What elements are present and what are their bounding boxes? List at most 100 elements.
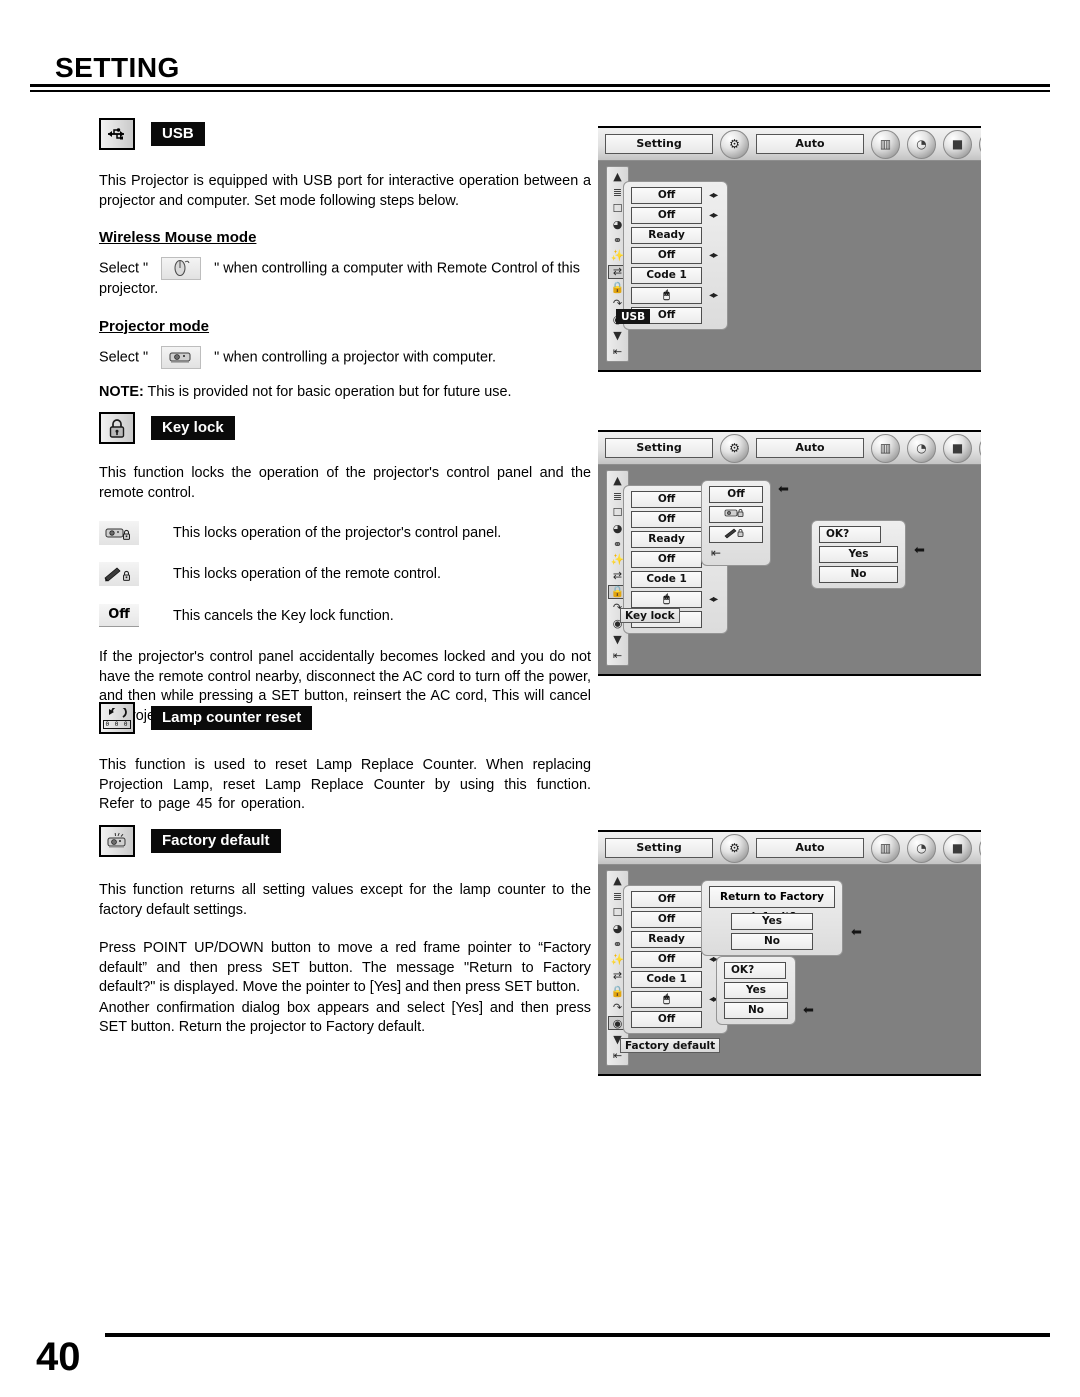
keylock-option-off[interactable]: Off bbox=[709, 486, 763, 503]
setting-value-5-mouse-icon[interactable]: 🖱 bbox=[631, 591, 703, 608]
setting-gear-icon[interactable]: ⚙ bbox=[720, 129, 749, 159]
scroll-down-icon[interactable]: ▼ bbox=[608, 328, 627, 342]
screen-orb[interactable]: ■ bbox=[943, 433, 972, 463]
menu-auto-button[interactable]: Auto bbox=[756, 134, 864, 154]
factory-ok-no-row[interactable]: No bbox=[724, 1002, 788, 1019]
setting-value-0[interactable]: Off bbox=[631, 891, 703, 908]
factory-ok-yes-row[interactable]: Yes bbox=[724, 982, 788, 999]
adjust-arrows-3[interactable]: ◂▸ bbox=[706, 250, 720, 261]
factory-return-yes-button[interactable]: Yes bbox=[731, 913, 813, 930]
projector-lock-icon bbox=[99, 521, 139, 545]
quit-icon[interactable]: ⇤ bbox=[608, 648, 627, 662]
image-select-orb[interactable]: ▥ bbox=[871, 433, 900, 463]
image-select-orb[interactable]: ▥ bbox=[871, 833, 900, 863]
adjust-arrows-5[interactable]: ◂▸ bbox=[706, 290, 720, 301]
setting-value-6[interactable]: Off bbox=[631, 1011, 703, 1028]
setting-value-2[interactable]: Ready bbox=[631, 227, 703, 244]
setting-gear-icon[interactable]: ⚙ bbox=[720, 833, 749, 863]
setting-value-3[interactable]: Off bbox=[631, 951, 703, 968]
screen-orb[interactable]: ■ bbox=[943, 833, 972, 863]
setting-row-4[interactable]: Code 1 bbox=[631, 267, 720, 284]
setting-value-4[interactable]: Code 1 bbox=[631, 971, 703, 988]
keylock-option-remote-lock-icon[interactable] bbox=[709, 526, 763, 543]
usb-icon bbox=[99, 118, 135, 150]
keylock-section: Key lock This function locks the operati… bbox=[99, 412, 591, 726]
setting-value-2[interactable]: Ready bbox=[631, 931, 703, 948]
setting-value-4[interactable]: Code 1 bbox=[631, 267, 703, 284]
setting-value-1[interactable]: Off bbox=[631, 911, 703, 928]
sound-orb[interactable]: ◑ bbox=[979, 433, 981, 463]
setting-row-3[interactable]: Off ◂▸ bbox=[631, 247, 720, 264]
factory-default-section: Factory default This function returns al… bbox=[99, 825, 591, 1038]
setting-row-5[interactable]: 🖱 ◂▸ bbox=[631, 287, 720, 304]
screen-orb[interactable]: ■ bbox=[943, 129, 972, 159]
factory-ok-yes-button[interactable]: Yes bbox=[724, 982, 788, 999]
setting-row-4[interactable]: Code 1 bbox=[631, 571, 720, 588]
keylock-option-row-projector[interactable] bbox=[709, 506, 763, 523]
scroll-down-icon[interactable]: ▼ bbox=[608, 632, 627, 646]
setting-value-0[interactable]: Off bbox=[631, 491, 703, 508]
setting-row-5[interactable]: 🖱 ◂▸ bbox=[631, 991, 720, 1008]
setting-value-3[interactable]: Off bbox=[631, 551, 703, 568]
adjust-arrows-0[interactable]: ◂▸ bbox=[706, 190, 720, 201]
setting-value-1[interactable]: Off bbox=[631, 511, 703, 528]
lamp-counter-section: 0 0 0 Lamp counter reset This function i… bbox=[99, 702, 591, 815]
pc-adjust-orb[interactable]: ◔ bbox=[907, 129, 936, 159]
confirm-yes-row[interactable]: Yes bbox=[819, 546, 898, 563]
confirm-yes-button[interactable]: Yes bbox=[819, 546, 898, 563]
setting-row-4[interactable]: Code 1 bbox=[631, 971, 720, 988]
setting-value-4[interactable]: Code 1 bbox=[631, 571, 703, 588]
pc-adjust-orb[interactable]: ◔ bbox=[907, 833, 936, 863]
setting-value-0[interactable]: Off bbox=[631, 187, 703, 204]
factory-return-yes-row[interactable]: Yes bbox=[709, 913, 835, 930]
lamp-counter-section-header: 0 0 0 Lamp counter reset bbox=[99, 702, 591, 734]
setting-value-5-mouse-icon[interactable]: 🖱 bbox=[631, 287, 703, 304]
keylock-submenu-quit-row[interactable]: ⇤ bbox=[709, 546, 763, 560]
setting-row-0[interactable]: Off ◂▸ bbox=[631, 187, 720, 204]
setting-value-5-mouse-icon[interactable]: 🖱 bbox=[631, 991, 703, 1008]
manual-page: SETTING USB This Projector is equipped w… bbox=[0, 0, 1080, 1397]
usb-intro-text: This Projector is equipped with USB port… bbox=[99, 173, 591, 209]
lamp-counter-reset-icon: 0 0 0 bbox=[99, 702, 135, 734]
keylock-option-projector-lock-icon[interactable] bbox=[709, 506, 763, 523]
setting-row-2[interactable]: Ready bbox=[631, 227, 720, 244]
confirm-title: OK? bbox=[819, 526, 881, 543]
setting-value-3[interactable]: Off bbox=[631, 247, 703, 264]
osd-menu-bar: Setting ⚙ Auto ▥ ◔ ■ ◑ ◉ bbox=[598, 432, 981, 465]
factory-default-text-3: Another confirmation dialog box appears … bbox=[99, 999, 591, 1036]
off-chip: Off bbox=[99, 604, 139, 627]
setting-value-2[interactable]: Ready bbox=[631, 531, 703, 548]
keylock-option-row-off[interactable]: Off bbox=[709, 486, 763, 503]
setting-row-1[interactable]: Off ◂▸ bbox=[631, 207, 720, 224]
factory-default-text-2: Press POINT UP/DOWN button to move a red… bbox=[99, 940, 591, 995]
menu-current-setting[interactable]: Setting bbox=[605, 438, 713, 458]
pointer-arrow-keylock-option: ⬅ bbox=[778, 482, 789, 497]
setting-row-6[interactable]: Off bbox=[631, 1011, 720, 1028]
confirm-no-row[interactable]: No bbox=[819, 566, 898, 583]
adjust-arrows-5[interactable]: ◂▸ bbox=[706, 594, 720, 605]
factory-ok-no-button[interactable]: No bbox=[724, 1002, 788, 1019]
keylock-intro-text: This function locks the operation of the… bbox=[99, 465, 591, 501]
setting-gear-icon[interactable]: ⚙ bbox=[720, 433, 749, 463]
setting-row-5[interactable]: 🖱 ◂▸ bbox=[631, 591, 720, 608]
setting-value-1[interactable]: Off bbox=[631, 207, 703, 224]
keylock-option-row-remote[interactable] bbox=[709, 526, 763, 543]
image-select-orb[interactable]: ▥ bbox=[871, 129, 900, 159]
menu-auto-button[interactable]: Auto bbox=[756, 438, 864, 458]
quit-icon[interactable]: ⇤ bbox=[608, 344, 627, 358]
factory-return-no-row[interactable]: No bbox=[709, 933, 835, 950]
menu-current-setting[interactable]: Setting bbox=[605, 134, 713, 154]
keylock-section-label: Key lock bbox=[151, 416, 235, 440]
pc-adjust-orb[interactable]: ◔ bbox=[907, 433, 936, 463]
adjust-arrows-1[interactable]: ◂▸ bbox=[706, 210, 720, 221]
factory-return-no-button[interactable]: No bbox=[731, 933, 813, 950]
pointer-arrow-keylock-confirm: ⬅ bbox=[914, 543, 925, 558]
keylock-item-remote-text: This locks operation of the remote contr… bbox=[173, 566, 441, 582]
keylock-submenu-panel: Off ⇤ bbox=[701, 480, 771, 566]
quit-icon[interactable]: ⇤ bbox=[709, 546, 721, 560]
sound-orb[interactable]: ◑ bbox=[979, 129, 981, 159]
sound-orb[interactable]: ◑ bbox=[979, 833, 981, 863]
menu-current-setting[interactable]: Setting bbox=[605, 838, 713, 858]
confirm-no-button[interactable]: No bbox=[819, 566, 898, 583]
menu-auto-button[interactable]: Auto bbox=[756, 838, 864, 858]
